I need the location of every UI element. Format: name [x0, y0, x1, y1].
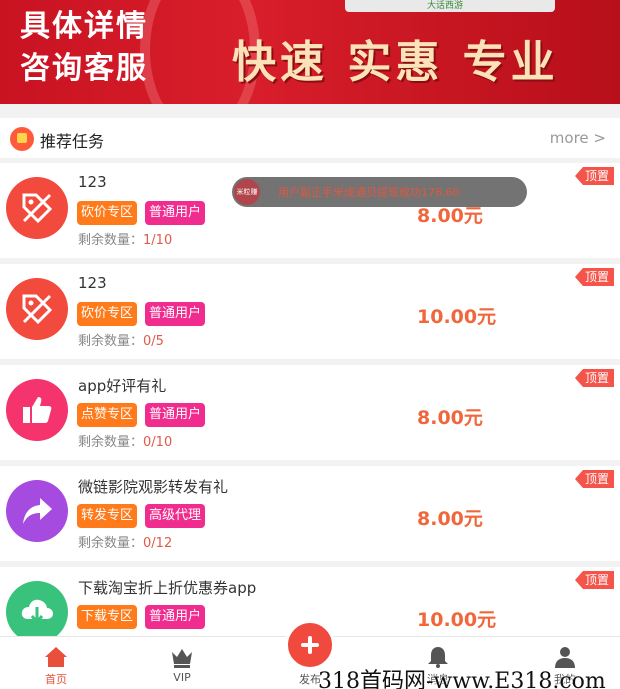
pinned-badge: 顶置 — [574, 369, 614, 387]
recommended-tasks-header: 推荐任务 more > — [0, 118, 620, 158]
toast-avatar: 米粒赚 — [234, 179, 260, 205]
pinned-badge: 顶置 — [574, 470, 614, 488]
banner-thumbnail-strip: 大话西游 — [345, 0, 555, 12]
task-reward: 10.00元 — [417, 609, 497, 631]
task-user-level-tag: 普通用户 — [145, 605, 206, 629]
task-user-level-tag: 普通用户 — [145, 201, 206, 225]
crown-icon — [172, 649, 192, 668]
pinned-badge: 顶置 — [574, 268, 614, 286]
tag-off-icon — [6, 278, 68, 340]
toast-message: 用户副正手米成通贝提现成功178.60 — [278, 186, 460, 199]
site-watermark: 318首码网-www.E318.com — [318, 669, 606, 689]
pinned-badge: 顶置 — [574, 571, 614, 589]
task-remaining: 剩余数量：1/10 — [78, 229, 172, 248]
nav-vip[interactable]: VIP — [142, 637, 222, 689]
nav-home-label: 首页 — [45, 673, 67, 686]
remaining-label: 剩余数量： — [78, 536, 144, 551]
task-category-tag: 点赞专区 — [77, 403, 138, 427]
pinned-badge: 顶置 — [574, 167, 614, 185]
task-reward: 8.00元 — [417, 508, 483, 530]
remaining-label: 剩余数量： — [78, 334, 144, 349]
remaining-label: 剩余数量： — [78, 435, 144, 450]
withdrawal-toast: 米粒赚 用户副正手米成通贝提现成功178.60 — [232, 177, 527, 207]
thumbs-badge-icon — [10, 127, 34, 151]
task-card[interactable]: 微链影院观影转发有礼 转发专区 高级代理 剩余数量：0/12 8.00元 顶置 — [0, 466, 620, 561]
section-title: 推荐任务 — [40, 132, 105, 151]
banner-left-text: 具体详情 咨询客服 — [20, 6, 148, 90]
remaining-label: 剩余数量： — [78, 233, 144, 248]
more-link[interactable]: more > — [550, 129, 606, 147]
task-category-tag: 转发专区 — [77, 504, 138, 528]
task-remaining: 剩余数量：0/5 — [78, 330, 164, 349]
task-user-level-tag: 普通用户 — [145, 302, 206, 326]
task-reward: 8.00元 — [417, 407, 483, 429]
task-user-level-tag: 高级代理 — [145, 504, 206, 528]
nav-vip-label: VIP — [173, 671, 191, 684]
nav-home[interactable]: 首页 — [16, 637, 96, 689]
tag-off-icon — [6, 177, 68, 239]
share-arrow-icon — [6, 480, 68, 542]
task-user-level-tag: 普通用户 — [145, 403, 206, 427]
task-category-tag: 砍价专区 — [77, 302, 138, 326]
download-cloud-icon — [6, 581, 68, 636]
banner-line-2: 咨询客服 — [20, 51, 148, 86]
task-name: 123 — [78, 274, 107, 292]
task-name: app好评有礼 — [78, 377, 167, 395]
thumbs-up-icon — [6, 379, 68, 441]
promo-banner[interactable]: 大话西游 具体详情 咨询客服 快速 实惠 专业 — [0, 0, 620, 104]
task-name: 123 — [78, 173, 107, 191]
task-card[interactable]: 123 砍价专区 普通用户 剩余数量：0/5 10.00元 顶置 — [0, 264, 620, 359]
task-category-tag: 下载专区 — [77, 605, 138, 629]
task-card[interactable]: app好评有礼 点赞专区 普通用户 剩余数量：0/10 8.00元 顶置 — [0, 365, 620, 460]
remaining-count: 0/12 — [143, 536, 173, 551]
task-category-tag: 砍价专区 — [77, 201, 138, 225]
remaining-count: 0/10 — [143, 435, 173, 450]
remaining-count: 1/10 — [143, 233, 173, 248]
task-name: 微链影院观影转发有礼 — [78, 478, 229, 496]
task-name: 下载淘宝折上折优惠券app — [78, 579, 257, 597]
remaining-count: 0/5 — [143, 334, 164, 349]
banner-thumb-text: 大话西游 — [427, 1, 464, 11]
task-remaining: 剩余数量：0/12 — [78, 532, 172, 551]
task-remaining: 剩余数量：0/10 — [78, 431, 172, 450]
home-icon — [45, 647, 67, 667]
banner-line-1: 具体详情 — [20, 9, 148, 44]
banner-slogan: 快速 实惠 专业 — [232, 37, 559, 88]
task-reward: 10.00元 — [417, 306, 497, 328]
